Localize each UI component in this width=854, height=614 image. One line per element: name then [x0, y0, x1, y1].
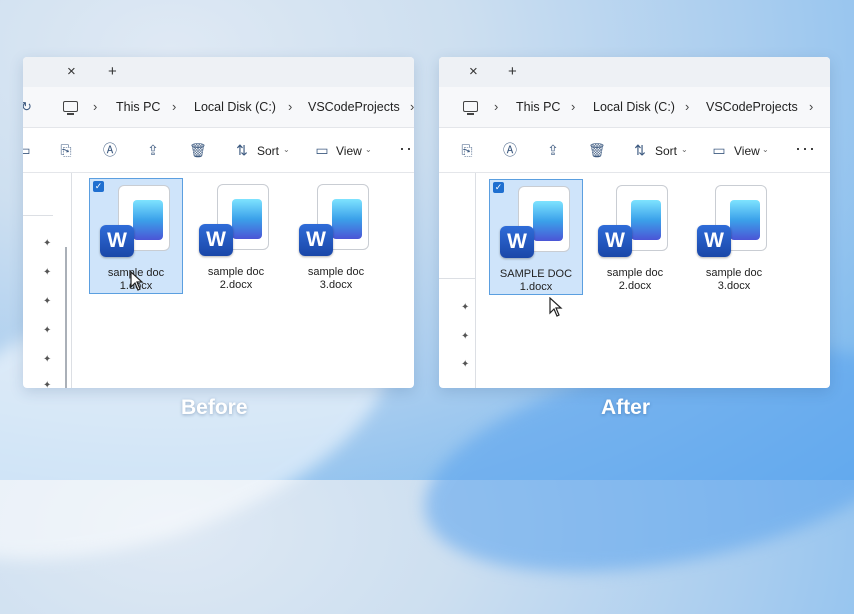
this-pc-icon — [63, 101, 78, 115]
breadcrumb-vscodeprojects[interactable]: VSCodeProjects — [308, 100, 400, 114]
rename-icon[interactable]: Ⓐ — [503, 143, 517, 157]
view-icon[interactable]: ▭ — [712, 143, 726, 157]
file-item-sample-doc-2[interactable]: W sample doc 2.docx — [588, 179, 682, 295]
breadcrumb-local-disk[interactable]: Local Disk (C:) — [194, 100, 276, 114]
sort-caret-icon: ⌄ — [283, 145, 290, 154]
address-bar[interactable]: ↻ › This PC › Local Disk (C:) › VSCodePr… — [23, 87, 414, 128]
word-icon: W — [697, 225, 731, 257]
word-icon: W — [500, 226, 534, 258]
paste-icon[interactable]: ⎘ — [59, 143, 73, 157]
sort-caret-icon: ⌄ — [681, 145, 688, 154]
pin-icon: ✦ — [43, 354, 52, 365]
delete-icon[interactable]: 🗑 — [189, 143, 207, 157]
breadcrumb-local-disk[interactable]: Local Disk (C:) — [593, 100, 675, 114]
file-item-sample-doc-3[interactable]: W sample doc 3.docx — [289, 178, 383, 294]
tab-close-icon[interactable]: × — [67, 63, 76, 81]
view-caret-icon: ⌄ — [762, 145, 769, 154]
view-icon[interactable]: ▭ — [315, 143, 329, 157]
breadcrumb-chevron-icon: › — [93, 99, 98, 114]
share-icon[interactable]: ⇪ — [146, 143, 160, 157]
sidebar-separator — [23, 215, 53, 216]
breadcrumb-vscodeprojects[interactable]: VSCodeProjects — [706, 100, 798, 114]
file-name: SAMPLE DOC 1.docx — [499, 268, 573, 293]
breadcrumb-chevron-icon: › — [494, 99, 499, 114]
breadcrumb-chevron-icon: › — [172, 99, 177, 114]
breadcrumb-chevron-icon: › — [288, 99, 293, 114]
word-icon: W — [100, 225, 134, 257]
pin-icon: ✦ — [43, 296, 52, 307]
sidebar-divider — [71, 173, 72, 388]
checkbox-icon[interactable]: ✓ — [93, 181, 104, 192]
tab-close-icon[interactable]: × — [469, 63, 478, 81]
breadcrumb-chevron-icon: › — [410, 99, 414, 114]
pin-icon: ✦ — [43, 267, 52, 278]
explorer-window-before: × + ↻ › This PC › Local Disk (C:) › VSCo… — [23, 57, 414, 388]
breadcrumb-this-pc[interactable]: This PC — [116, 100, 160, 114]
sort-icon[interactable]: ⇅ — [633, 143, 647, 157]
refresh-icon[interactable]: ↻ — [23, 99, 32, 115]
this-pc-icon — [463, 101, 478, 115]
view-button[interactable]: View — [734, 144, 760, 158]
pin-icon: ✦ — [461, 359, 470, 370]
breadcrumb-chevron-icon: › — [571, 99, 576, 114]
breadcrumb-chevron-icon: › — [685, 99, 690, 114]
new-tab-icon[interactable]: + — [508, 63, 517, 81]
word-icon: W — [299, 224, 333, 256]
pin-icon: ✦ — [43, 380, 52, 388]
sort-button[interactable]: Sort — [655, 144, 677, 158]
breadcrumb-chevron-icon: › — [809, 99, 814, 114]
checkbox-icon[interactable]: ✓ — [493, 182, 504, 193]
tab-bar: × + — [23, 57, 414, 87]
file-name: sample doc 2.docx — [207, 266, 265, 291]
before-caption: Before — [181, 396, 248, 419]
sort-button[interactable]: Sort — [257, 144, 279, 158]
file-name: sample doc 3.docx — [307, 266, 365, 291]
delete-icon[interactable]: 🗑 — [588, 143, 606, 157]
rename-icon[interactable]: Ⓐ — [103, 143, 117, 157]
view-button[interactable]: View — [336, 144, 362, 158]
command-bar: ⎘ Ⓐ ⇪ 🗑 ⇅ Sort ⌄ ▭ View ⌄ ··· — [439, 128, 830, 173]
pin-icon: ✦ — [43, 238, 52, 249]
sidebar-scrollbar[interactable] — [65, 247, 67, 388]
tab-bar: × + — [439, 57, 830, 87]
address-bar[interactable]: › This PC › Local Disk (C:) › VSCodeProj… — [439, 87, 830, 128]
command-bar: ▭ ⎘ Ⓐ ⇪ 🗑 ⇅ Sort ⌄ ▭ View ⌄ ··· — [23, 128, 414, 173]
after-caption: After — [601, 396, 651, 419]
copy-path-icon[interactable]: ▭ — [23, 143, 31, 157]
pin-icon: ✦ — [461, 331, 470, 342]
share-icon[interactable]: ⇪ — [546, 143, 560, 157]
view-caret-icon: ⌄ — [365, 145, 372, 154]
sort-icon[interactable]: ⇅ — [235, 143, 249, 157]
breadcrumb-this-pc[interactable]: This PC — [516, 100, 560, 114]
file-name: sample doc 2.docx — [606, 267, 664, 292]
file-item-sample-doc-1[interactable]: ✓ W SAMPLE DOC 1.docx — [489, 179, 583, 295]
more-options-button[interactable]: ··· — [399, 138, 414, 159]
word-icon: W — [199, 224, 233, 256]
more-options-button[interactable]: ··· — [795, 138, 816, 159]
pin-icon: ✦ — [461, 302, 470, 313]
sidebar-separator — [439, 278, 475, 279]
new-tab-icon[interactable]: + — [108, 63, 117, 81]
explorer-window-after: × + › This PC › Local Disk (C:) › VSCode… — [439, 57, 830, 388]
word-icon: W — [598, 225, 632, 257]
pin-icon: ✦ — [43, 325, 52, 336]
file-name: sample doc 3.docx — [705, 267, 763, 292]
sidebar-divider — [475, 173, 476, 388]
file-item-sample-doc-3[interactable]: W sample doc 3.docx — [687, 179, 781, 295]
file-item-sample-doc-2[interactable]: W sample doc 2.docx — [189, 178, 283, 294]
paste-icon[interactable]: ⎘ — [460, 143, 474, 157]
